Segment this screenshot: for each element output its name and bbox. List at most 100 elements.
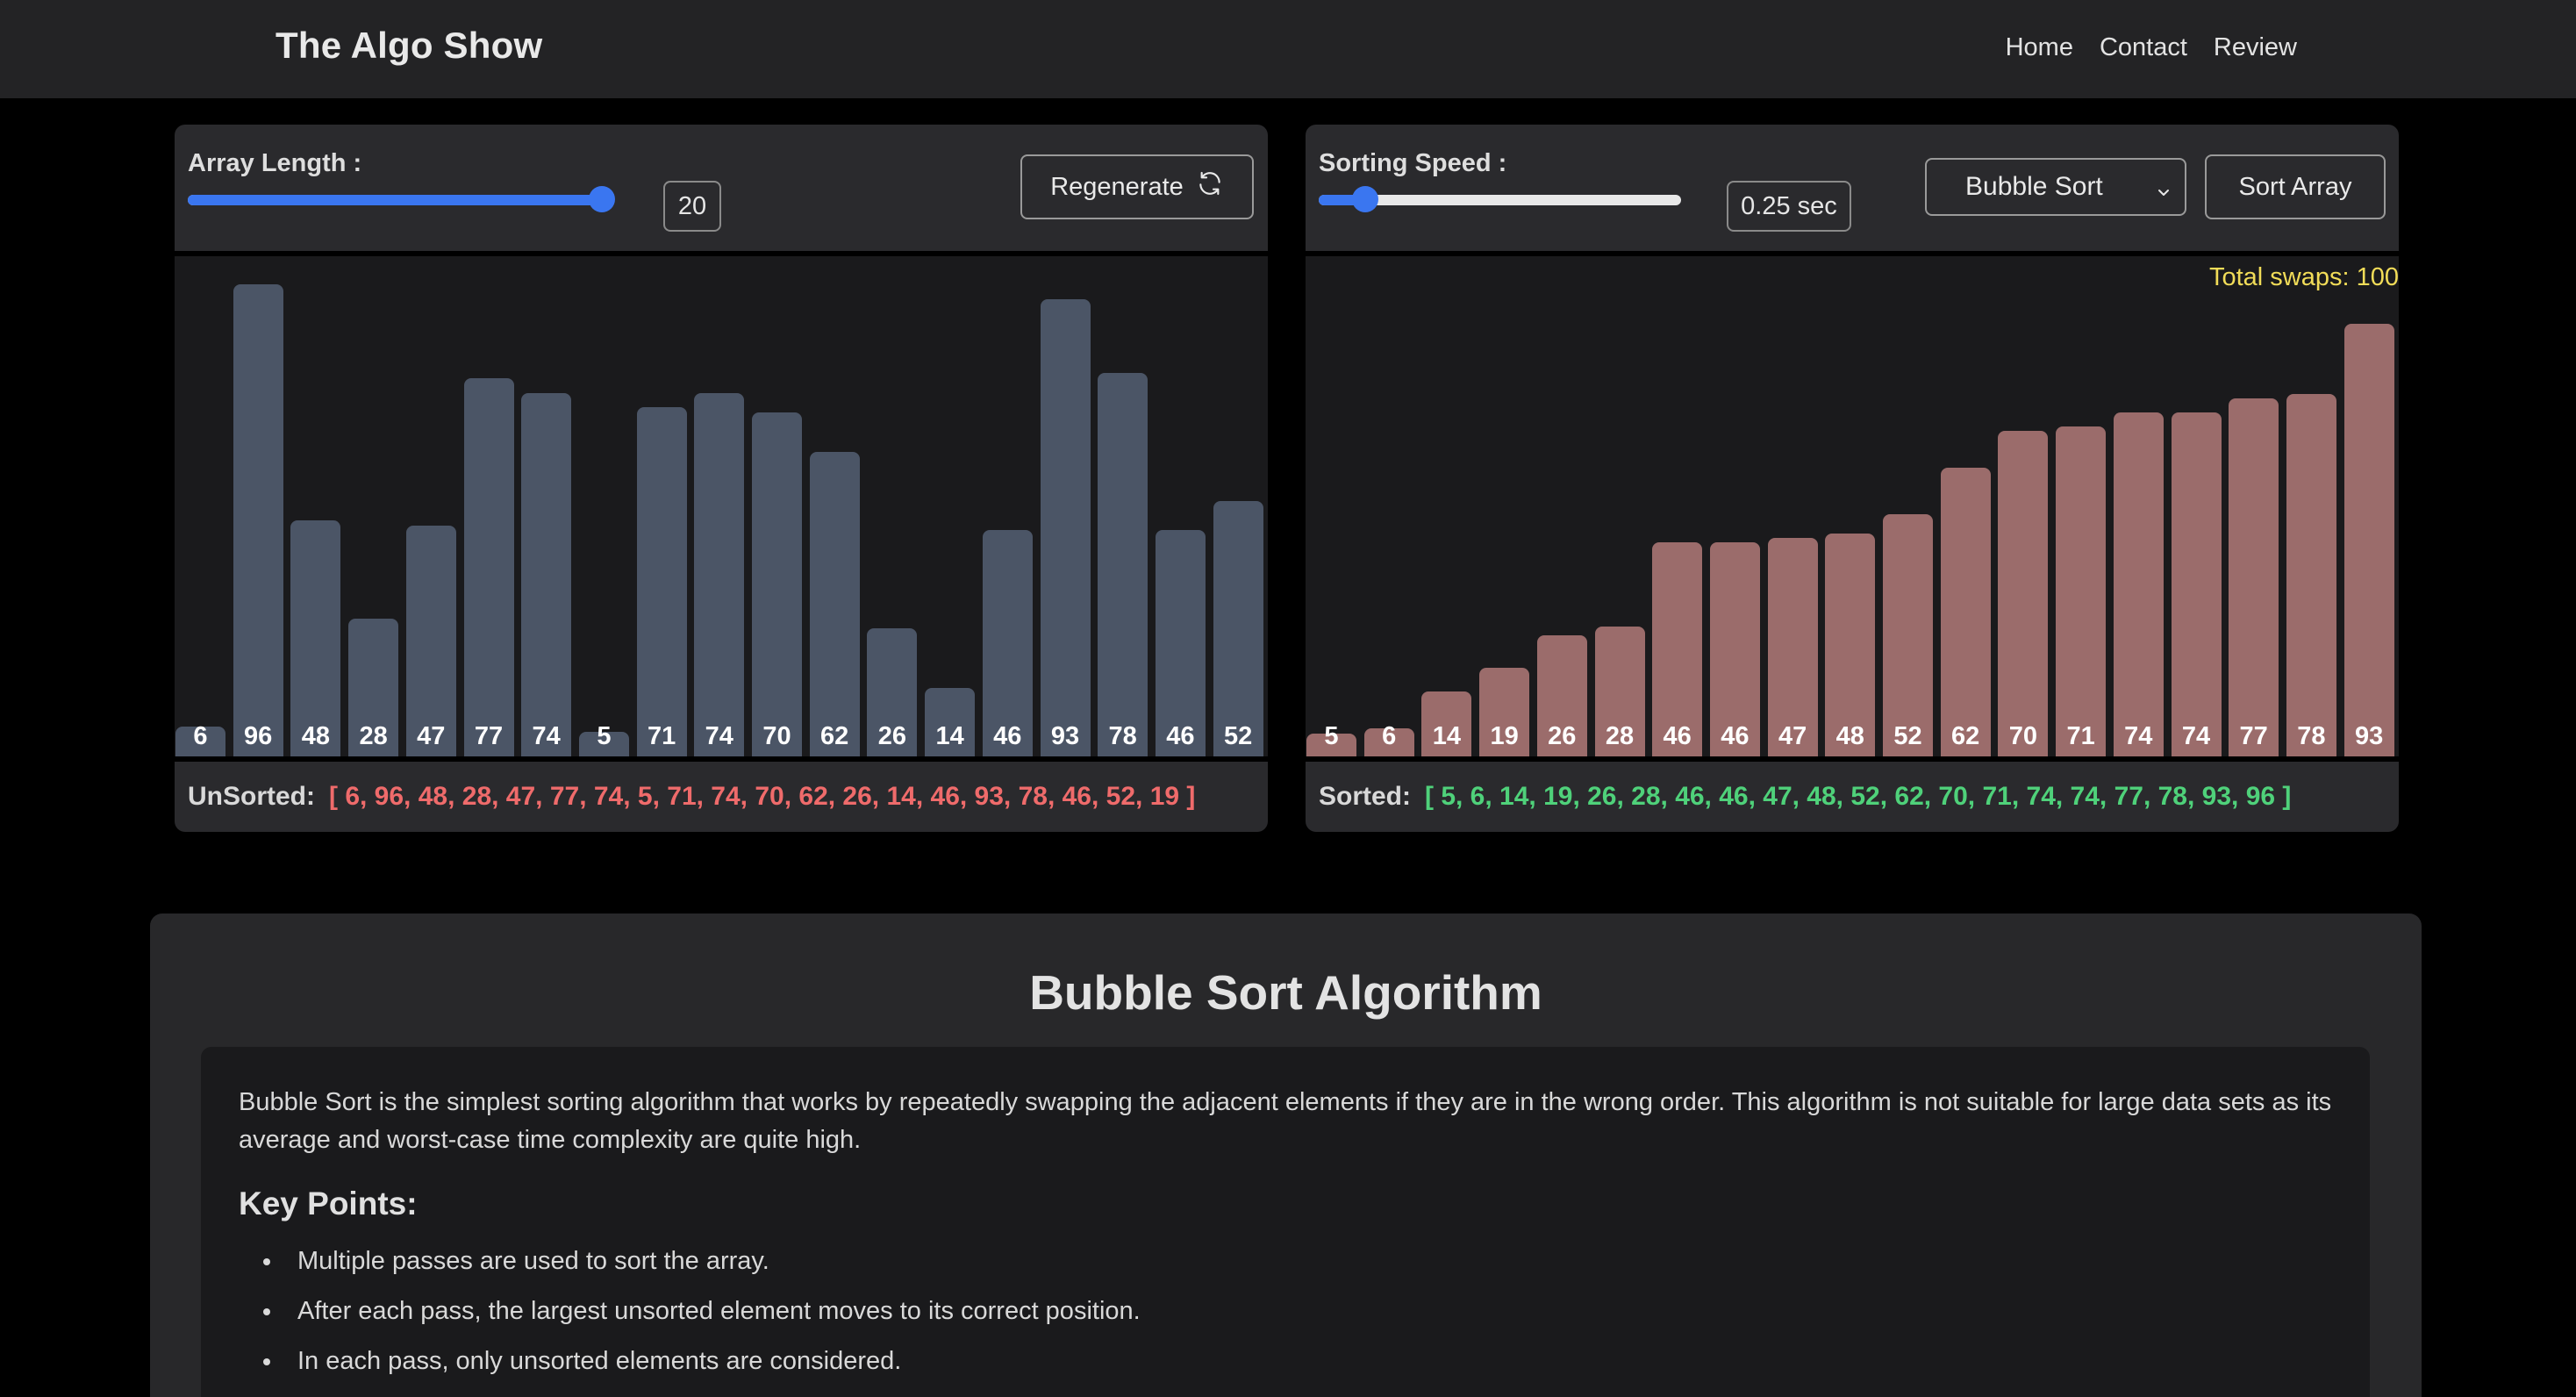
navbar: The Algo Show Home Contact Review [0,0,2576,98]
sort-array-label: Sort Array [2238,172,2352,201]
bar: 74 [2171,412,2222,756]
sort-array-button[interactable]: Sort Array [2205,154,2386,219]
bar: 5 [578,722,629,756]
unsorted-label: UnSorted: [188,782,315,811]
array-controls: Array Length : 20 Regenerate [175,125,1268,251]
bar: 52 [1213,500,1263,756]
refresh-icon [1196,169,1224,204]
bar-label: 47 [417,722,446,750]
bar: 14 [925,687,976,756]
bar-label: 6 [193,722,208,750]
nav-link-review[interactable]: Review [2214,33,2297,62]
regenerate-button[interactable]: Regenerate [1020,154,1254,219]
bar-label: 46 [1166,722,1195,750]
bar-label: 6 [1382,722,1397,750]
bar-label: 47 [1778,722,1807,750]
bar-label: 46 [1663,722,1692,750]
bar: 28 [348,619,399,756]
nav-link-contact[interactable]: Contact [2100,33,2187,62]
unsorted-chart: 69648284777745717470622614469378465219 [175,256,1268,756]
bar: 26 [867,628,918,756]
bar: 6 [1363,722,1414,756]
bar: 14 [1421,691,1472,756]
array-length-slider[interactable] [188,186,615,212]
bar: 78 [1098,373,1148,756]
bar: 19 [1479,668,1530,756]
bar-label: 62 [820,722,849,750]
array-length-label: Array Length : [188,149,362,177]
bar: 48 [290,520,341,756]
algorithm-select[interactable]: Bubble Sort [1925,158,2186,216]
bar: 62 [809,451,860,756]
key-point-item: Multiple passes are used to sort the arr… [239,1236,2333,1286]
slider-thumb[interactable] [589,186,615,212]
bar-label: 70 [762,722,791,750]
bar-label: 46 [1721,722,1750,750]
bar: 74 [521,392,572,756]
bar: 5 [1306,722,1356,756]
nav-links: Home Contact Review [2006,33,2297,62]
bar: 48 [1825,533,1876,756]
sorting-speed-slider[interactable] [1319,186,1681,212]
bar: 62 [1940,468,1991,756]
bar-label: 93 [2354,722,2384,750]
bar: 6 [175,722,225,756]
bar-label: 52 [1893,722,1922,750]
sorting-speed-value: 0.25 sec [1727,181,1851,232]
array-length-value: 20 [663,181,721,232]
bar-label: 5 [1324,722,1339,750]
bar: 46 [1709,542,1760,756]
bar-label: 46 [993,722,1022,750]
bar-label: 77 [474,722,504,750]
bar: 74 [694,392,745,756]
brand-title[interactable]: The Algo Show [275,25,542,67]
algorithm-description: Bubble Sort is the simplest sorting algo… [239,1088,2332,1154]
bar-label: 26 [877,722,907,750]
bar: 77 [463,377,514,756]
bar-label: 26 [1548,722,1577,750]
bar-label: 93 [1050,722,1080,750]
bar-label: 77 [2239,722,2268,750]
key-points-list: Multiple passes are used to sort the arr… [239,1236,2333,1386]
sorting-speed-label: Sorting Speed : [1319,149,1507,177]
sorted-label: Sorted: [1319,782,1411,811]
nav-link-home[interactable]: Home [2006,33,2073,62]
chevron-down-icon [2155,179,2172,209]
bar: 28 [1594,626,1645,756]
bar: 93 [1040,299,1091,756]
bar-label: 52 [1223,722,1253,750]
bar-label: 48 [1835,722,1864,750]
bar: 47 [1767,537,1818,756]
bar: 26 [1536,635,1587,756]
bar-label: 74 [532,722,561,750]
bar: 74 [2113,412,2164,756]
bar-label: 14 [935,722,964,750]
sorted-array-text: [ 5, 6, 14, 19, 26, 28, 46, 46, 47, 48, … [1425,782,2292,811]
slider-thumb[interactable] [1351,186,1378,212]
bar-label: 48 [301,722,331,750]
slider-fill [188,195,602,205]
bar-label: 74 [2124,722,2153,750]
bar-label: 5 [597,722,612,750]
bar-label: 71 [2066,722,2095,750]
bar: 46 [1155,530,1206,756]
unsorted-array-text: [ 6, 96, 48, 28, 47, 77, 74, 5, 71, 74, … [329,782,1196,811]
key-points-heading: Key Points: [239,1186,418,1221]
sorted-chart: Total swaps: 100 5 6 14 19 26 28 46 46 47 48 52 62 7… [1306,256,2399,756]
bar: 46 [982,530,1033,756]
bar: 78 [2286,393,2336,756]
unsorted-result: UnSorted: [ 6, 96, 48, 28, 47, 77, 74, 5… [175,762,1268,832]
bar: 52 [1883,514,1933,756]
bar: 46 [1652,542,1703,756]
bar-label: 70 [2008,722,2038,750]
bar-label: 96 [244,722,273,750]
bar: 70 [1998,431,2049,756]
bar-label: 28 [359,722,388,750]
key-point-item: After each pass, the largest unsorted el… [239,1286,2333,1336]
bar: 93 [2343,324,2394,756]
bar: 77 [2229,398,2279,756]
algorithm-info-card: Bubble Sort is the simplest sorting algo… [201,1047,2370,1397]
bar-label: 74 [2181,722,2211,750]
bar-label: 19 [1490,722,1519,750]
bar-label: 28 [1605,722,1635,750]
